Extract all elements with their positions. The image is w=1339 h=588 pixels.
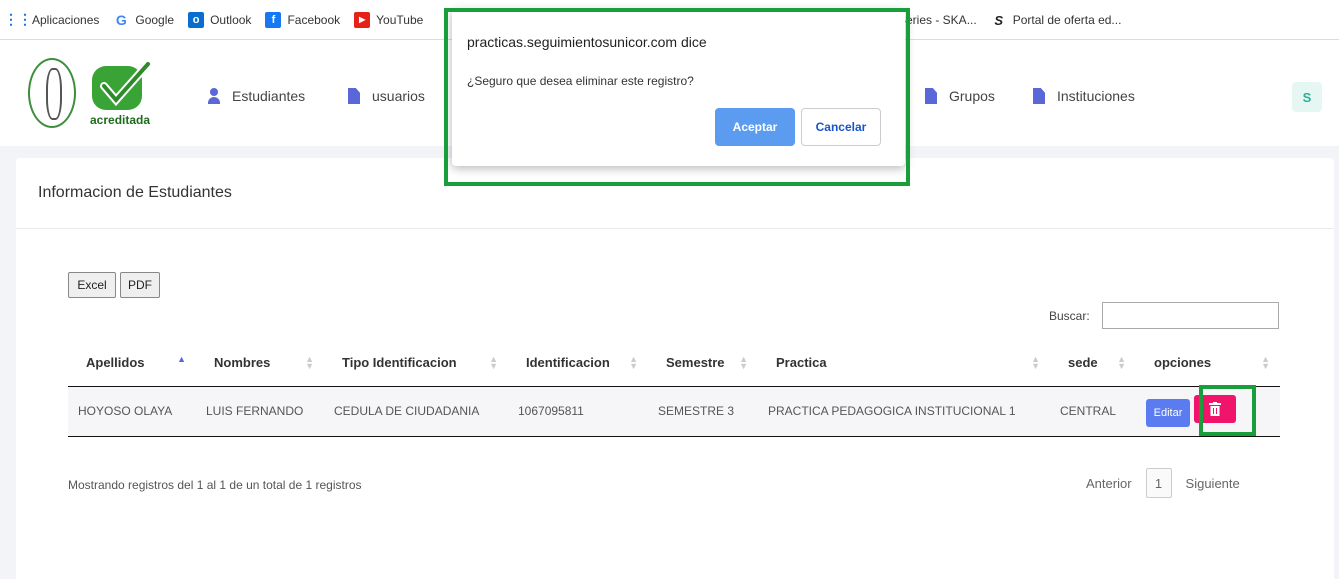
bookmarks-right: Series - SKA... S Portal de oferta ed... bbox=[898, 0, 1135, 40]
cell-nombres: LUIS FERNANDO bbox=[196, 386, 324, 437]
bookmark-label: Outlook bbox=[210, 12, 252, 27]
dialog-highlight bbox=[444, 8, 910, 186]
card-title: Informacion de Estudiantes bbox=[38, 184, 232, 201]
document-icon bbox=[348, 88, 360, 104]
google-icon: G bbox=[115, 11, 127, 28]
cell-tipo: CEDULA DE CIUDADANIA bbox=[324, 386, 508, 437]
pagination: Anterior 1 Siguiente bbox=[1086, 468, 1240, 498]
column-header-tipo[interactable]: Tipo Identificacion ▲ ▼ bbox=[324, 340, 508, 387]
bookmark-outlook[interactable]: o Outlook bbox=[188, 11, 252, 28]
logo-text: acreditada bbox=[90, 113, 150, 127]
pager-next[interactable]: Siguiente bbox=[1186, 476, 1240, 491]
search-label: Buscar: bbox=[1049, 309, 1090, 323]
table-info-text: Mostrando registros del 1 al 1 de un tot… bbox=[68, 478, 362, 492]
sort-icon: ▲ ▼ bbox=[489, 354, 498, 371]
sort-icon: ▲ ▼ bbox=[1117, 354, 1126, 371]
avatar[interactable]: S bbox=[1292, 82, 1322, 112]
column-label: Semestre bbox=[666, 355, 725, 371]
pdf-export-button[interactable]: PDF bbox=[120, 272, 160, 298]
outlook-icon: o bbox=[188, 11, 205, 28]
bookmark-label: Google bbox=[135, 12, 175, 27]
bookmark-facebook[interactable]: f Facebook bbox=[265, 11, 341, 28]
column-header-semestre[interactable]: Semestre ▲ ▼ bbox=[648, 340, 758, 387]
youtube-icon: ▶ bbox=[354, 11, 371, 28]
column-header-opciones[interactable]: opciones ▲ ▼ bbox=[1136, 340, 1280, 387]
column-label: Practica bbox=[776, 355, 827, 371]
edit-button[interactable]: Editar bbox=[1146, 399, 1190, 427]
column-header-nombres[interactable]: Nombres ▲ ▼ bbox=[196, 340, 324, 387]
user-icon bbox=[208, 88, 220, 104]
cell-sede: CENTRAL bbox=[1050, 386, 1136, 437]
column-label: opciones bbox=[1154, 355, 1212, 371]
sort-icon: ▲ ▼ bbox=[629, 354, 638, 371]
card-divider bbox=[16, 228, 1334, 229]
delete-button-highlight bbox=[1199, 385, 1256, 436]
column-label: Apellidos bbox=[86, 355, 145, 371]
document-icon bbox=[1033, 88, 1045, 104]
column-header-identificacion[interactable]: Identificacion ▲ ▼ bbox=[508, 340, 648, 387]
nav-instituciones[interactable]: Instituciones bbox=[1033, 88, 1135, 104]
sort-icon: ▲ ▼ bbox=[305, 354, 314, 371]
bookmark-youtube[interactable]: ▶ YouTube bbox=[354, 11, 424, 28]
nav-label: Grupos bbox=[949, 88, 995, 104]
students-card: Informacion de Estudiantes Excel PDF Bus… bbox=[16, 158, 1334, 588]
column-label: Nombres bbox=[214, 355, 271, 371]
cell-identificacion: 1067095811 bbox=[508, 386, 648, 437]
apps-grid-icon: ⋮⋮ bbox=[4, 11, 32, 27]
nav-label: Instituciones bbox=[1057, 88, 1135, 104]
bookmark-label: Portal de oferta ed... bbox=[1012, 13, 1122, 27]
students-table: Apellidos ▲ Nombres ▲ ▼ Tipo Identificacion… bbox=[68, 340, 1280, 437]
column-header-apellidos[interactable]: Apellidos ▲ bbox=[68, 340, 196, 387]
column-header-practica[interactable]: Practica ▲ ▼ bbox=[758, 340, 1050, 387]
acreditada-logo: acreditada bbox=[90, 60, 152, 127]
sort-icon: ▲ ▼ bbox=[1031, 354, 1040, 371]
pager-prev[interactable]: Anterior bbox=[1086, 476, 1132, 491]
pager-page-1[interactable]: 1 bbox=[1145, 468, 1172, 498]
table-row: HOYOSO OLAYA LUIS FERNANDO CEDULA DE CIU… bbox=[68, 386, 1280, 437]
bookmark-label: Facebook bbox=[287, 12, 341, 27]
bookmark-label: Aplicaciones bbox=[32, 12, 100, 27]
search-input[interactable] bbox=[1102, 302, 1279, 329]
facebook-icon: f bbox=[265, 11, 282, 28]
bookmark-label: YouTube bbox=[376, 12, 424, 27]
cell-semestre: SEMESTRE 3 bbox=[648, 386, 758, 437]
table-header-row: Apellidos ▲ Nombres ▲ ▼ Tipo Identificacion… bbox=[68, 340, 1280, 387]
document-icon bbox=[925, 88, 937, 104]
sort-asc-icon: ▲ bbox=[177, 354, 186, 364]
nav-label: Estudiantes bbox=[232, 88, 306, 104]
university-seal-logo[interactable] bbox=[28, 58, 76, 128]
sort-icon: ▲ ▼ bbox=[739, 354, 748, 371]
column-header-sede[interactable]: sede ▲ ▼ bbox=[1050, 340, 1136, 387]
column-label: Tipo Identificacion bbox=[342, 355, 457, 371]
portal-icon: S bbox=[994, 12, 1004, 28]
nav-grupos[interactable]: Grupos bbox=[925, 88, 995, 104]
sort-icon: ▲ ▼ bbox=[1261, 354, 1270, 371]
nav-label: usuarios bbox=[372, 88, 425, 104]
cell-apellidos: HOYOSO OLAYA bbox=[68, 386, 196, 437]
nav-estudiantes[interactable]: Estudiantes bbox=[208, 88, 305, 104]
column-label: Identificacion bbox=[526, 355, 610, 371]
bookmark-aplicaciones[interactable]: ⋮⋮ Aplicaciones bbox=[4, 11, 100, 28]
nav-usuarios[interactable]: usuarios bbox=[348, 88, 425, 104]
excel-export-button[interactable]: Excel bbox=[68, 272, 116, 298]
column-label: sede bbox=[1068, 355, 1098, 371]
bookmark-portal[interactable]: S Portal de oferta ed... bbox=[991, 12, 1122, 28]
cell-practica: PRACTICA PEDAGOGICA INSTITUCIONAL 1 bbox=[758, 386, 1050, 437]
bookmark-google[interactable]: G Google bbox=[113, 12, 174, 28]
